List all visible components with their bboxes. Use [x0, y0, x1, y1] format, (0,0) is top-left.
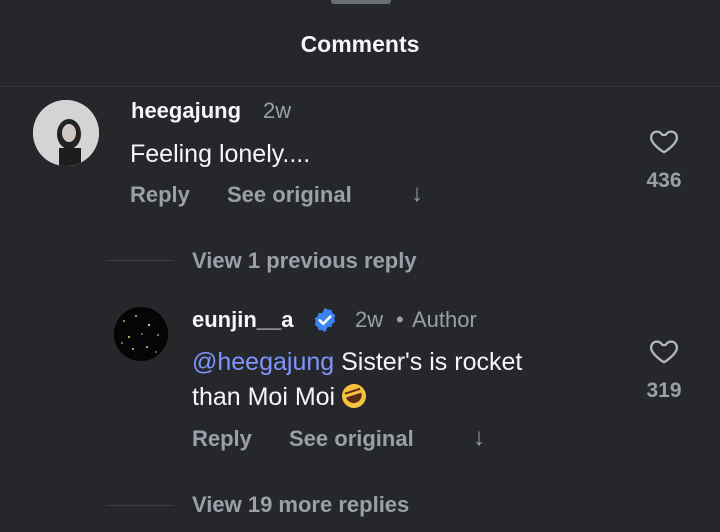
verified-badge-icon — [314, 307, 336, 333]
laughing-emoji-icon — [338, 380, 370, 412]
like-count: 436 — [646, 169, 682, 192]
comments-header: Comments — [0, 0, 720, 87]
avatar-image — [114, 307, 168, 361]
reply-time: 2w — [355, 307, 384, 332]
comments-sheet: Comments heegajung 2w Feeling lonely....… — [0, 0, 720, 532]
reply-text: @heegajung Sister's is rocket — [192, 345, 522, 379]
author-badge: Author — [412, 307, 477, 332]
mention-link[interactable]: @heegajung — [192, 348, 334, 376]
see-original-button[interactable]: See original — [227, 182, 352, 208]
see-original-button[interactable]: See original — [289, 426, 414, 452]
comment-text: Feeling lonely.... — [130, 140, 311, 168]
translate-arrow-icon[interactable]: ↓ — [473, 424, 485, 452]
heart-icon[interactable] — [648, 335, 680, 367]
reply-text-second-line: than Moi Moi — [192, 380, 370, 414]
view-more-replies-link[interactable]: View 19 more replies — [192, 492, 409, 518]
heart-icon[interactable] — [648, 125, 680, 157]
user-avatar[interactable] — [33, 100, 99, 166]
reply-text-line2: than Moi Moi — [192, 383, 336, 411]
reply-username[interactable]: eunjin__a — [192, 307, 293, 333]
reply-avatar[interactable] — [114, 307, 168, 361]
thread-divider — [106, 505, 174, 506]
view-previous-replies-link[interactable]: View 1 previous reply — [192, 248, 417, 274]
reply-text-line1: Sister's is rocket — [334, 348, 523, 376]
thread-divider — [106, 260, 174, 261]
page-title: Comments — [300, 31, 420, 57]
like-count: 319 — [646, 379, 682, 402]
avatar-image — [33, 100, 99, 166]
translate-arrow-icon[interactable]: ↓ — [411, 180, 423, 208]
comment-time: 2w — [263, 98, 292, 123]
reply-button[interactable]: Reply — [192, 426, 252, 452]
reply-button[interactable]: Reply — [130, 182, 190, 208]
meta-separator: • — [396, 307, 404, 332]
comment-username[interactable]: heegajung — [131, 98, 241, 124]
